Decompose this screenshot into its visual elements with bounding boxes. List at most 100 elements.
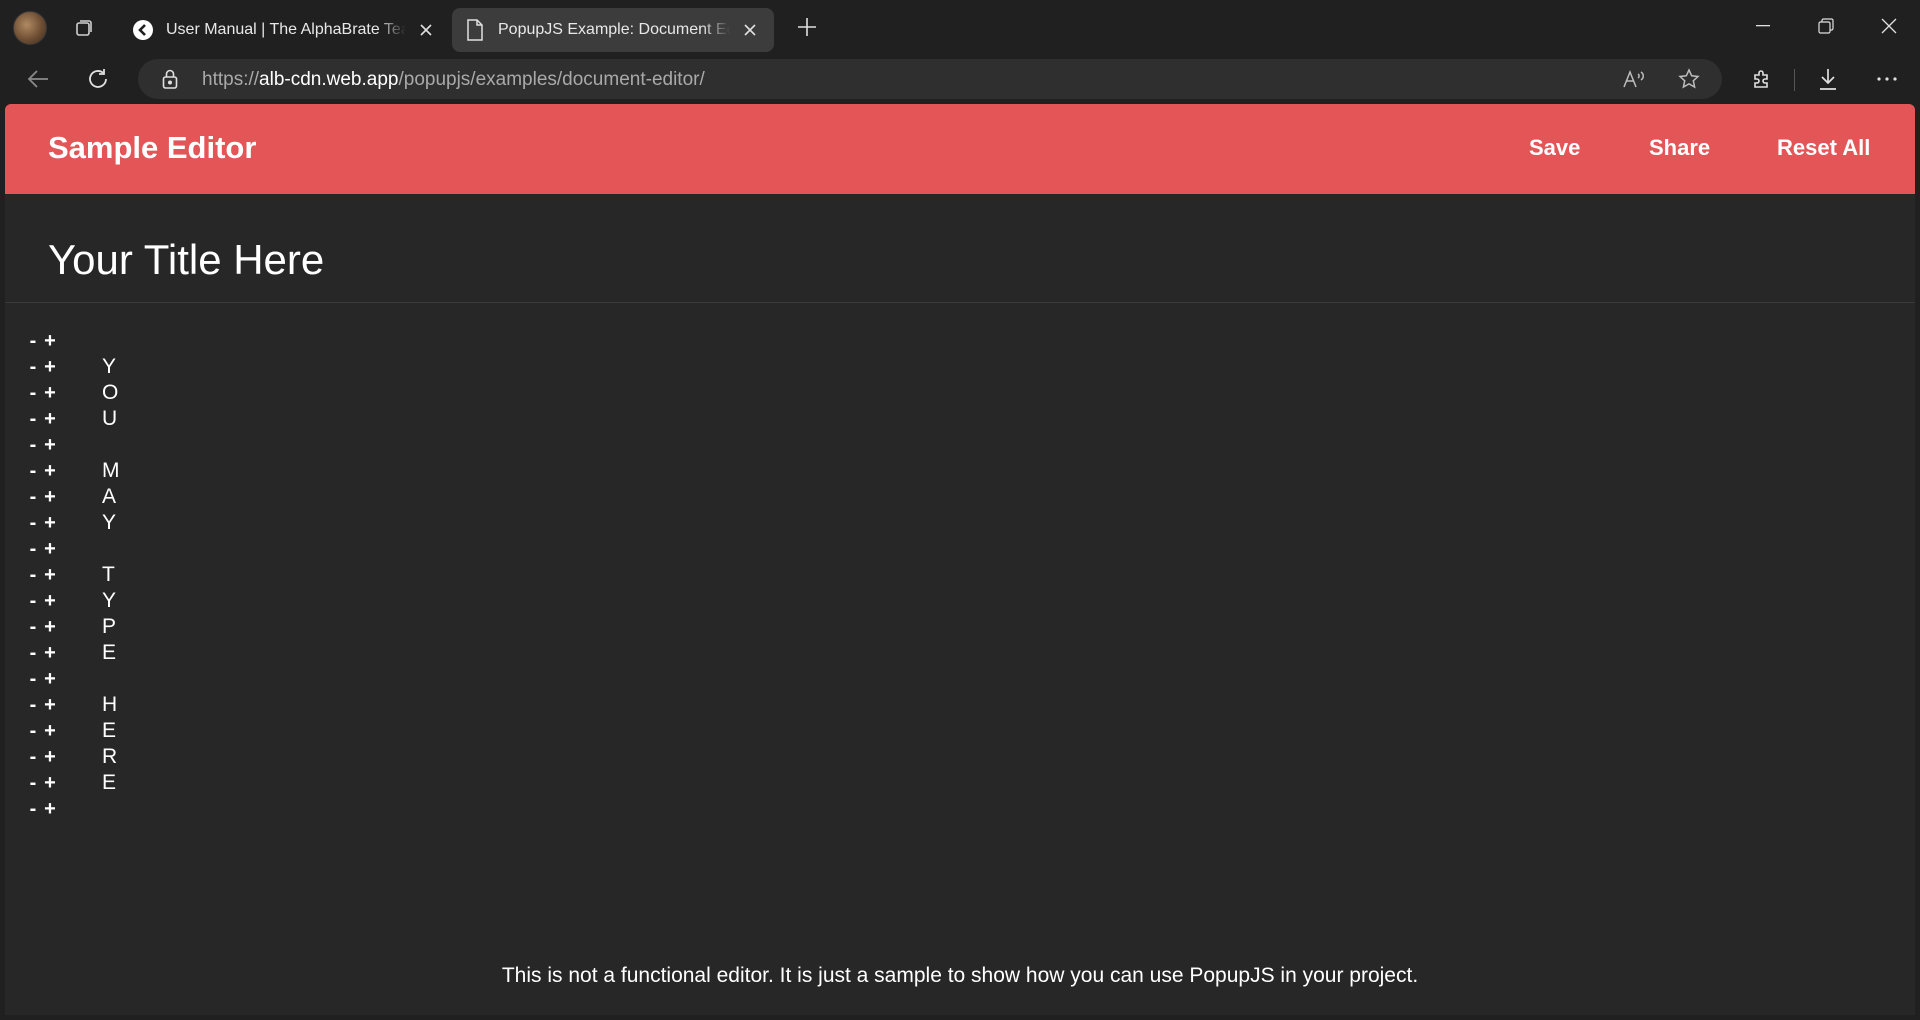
remove-line-button[interactable]: - bbox=[26, 330, 40, 353]
favorite-star-icon[interactable] bbox=[1674, 65, 1704, 93]
remove-line-button[interactable]: - bbox=[26, 642, 40, 665]
close-window-icon[interactable] bbox=[1866, 8, 1912, 44]
add-line-button[interactable]: + bbox=[43, 330, 57, 353]
add-line-button[interactable]: + bbox=[43, 746, 57, 769]
editor-line: - + P bbox=[26, 614, 426, 640]
editor-line: - + Y bbox=[26, 354, 426, 380]
close-tab-icon[interactable] bbox=[414, 18, 438, 42]
url-host: alb-cdn.web.app bbox=[259, 69, 399, 90]
line-text[interactable]: P bbox=[102, 615, 116, 639]
url-text[interactable]: https://alb-cdn.web.app/popupjs/examples… bbox=[202, 69, 705, 91]
close-tab-icon[interactable] bbox=[738, 18, 762, 42]
address-bar[interactable]: https://alb-cdn.web.app/popupjs/examples… bbox=[138, 59, 1722, 99]
editor-line: - + bbox=[26, 796, 426, 822]
minimize-icon[interactable] bbox=[1740, 8, 1786, 44]
line-text[interactable]: Y bbox=[102, 589, 116, 613]
remove-line-button[interactable]: - bbox=[26, 772, 40, 795]
editor-line: - + T bbox=[26, 562, 426, 588]
add-line-button[interactable]: + bbox=[43, 538, 57, 561]
add-line-button[interactable]: + bbox=[43, 564, 57, 587]
share-button[interactable]: Share bbox=[1649, 135, 1710, 161]
add-line-button[interactable]: + bbox=[43, 616, 57, 639]
add-line-button[interactable]: + bbox=[43, 434, 57, 457]
add-line-button[interactable]: + bbox=[43, 798, 57, 821]
editor-line: - + U bbox=[26, 406, 426, 432]
lock-icon[interactable] bbox=[158, 67, 182, 91]
new-tab-plus-icon[interactable] bbox=[792, 12, 822, 42]
add-line-button[interactable]: + bbox=[43, 590, 57, 613]
add-line-button[interactable]: + bbox=[43, 356, 57, 379]
remove-line-button[interactable]: - bbox=[26, 356, 40, 379]
editor-line: - + Y bbox=[26, 510, 426, 536]
line-text[interactable]: Y bbox=[102, 355, 116, 379]
tab-popupjs-example[interactable]: PopupJS Example: Document Editor bbox=[452, 8, 774, 52]
page-icon bbox=[464, 19, 486, 41]
add-line-button[interactable]: + bbox=[43, 512, 57, 535]
line-text[interactable]: O bbox=[102, 381, 118, 405]
editor-line: - + O bbox=[26, 380, 426, 406]
footer-note: This is not a functional editor. It is j… bbox=[501, 964, 1419, 987]
downloads-icon[interactable] bbox=[1811, 62, 1845, 96]
back-arrow-icon[interactable] bbox=[21, 62, 55, 96]
line-text[interactable]: A bbox=[102, 485, 116, 509]
editor-line: - + Y bbox=[26, 588, 426, 614]
tab-actions-icon[interactable] bbox=[70, 14, 98, 42]
remove-line-button[interactable]: - bbox=[26, 720, 40, 743]
editor-line: - + H bbox=[26, 692, 426, 718]
line-text[interactable]: Y bbox=[102, 511, 116, 535]
add-line-button[interactable]: + bbox=[43, 382, 57, 405]
add-line-button[interactable]: + bbox=[43, 408, 57, 431]
editor-lines: - + - + Y - + O - + U - + - + M - + A - + Y - + - + T - + Y - + P - + E - + - +… bbox=[26, 328, 426, 822]
title-divider bbox=[5, 302, 1915, 303]
remove-line-button[interactable]: - bbox=[26, 616, 40, 639]
line-text[interactable]: U bbox=[102, 407, 117, 431]
app-title: Sample Editor bbox=[48, 130, 257, 165]
extensions-puzzle-icon[interactable] bbox=[1745, 62, 1779, 96]
remove-line-button[interactable]: - bbox=[26, 408, 40, 431]
add-line-button[interactable]: + bbox=[43, 694, 57, 717]
refresh-icon[interactable] bbox=[81, 62, 115, 96]
remove-line-button[interactable]: - bbox=[26, 382, 40, 405]
add-line-button[interactable]: + bbox=[43, 668, 57, 691]
add-line-button[interactable]: + bbox=[43, 642, 57, 665]
add-line-button[interactable]: + bbox=[43, 486, 57, 509]
line-text[interactable]: T bbox=[102, 563, 115, 587]
remove-line-button[interactable]: - bbox=[26, 564, 40, 587]
read-aloud-icon[interactable] bbox=[1619, 65, 1649, 93]
add-line-button[interactable]: + bbox=[43, 772, 57, 795]
remove-line-button[interactable]: - bbox=[26, 746, 40, 769]
line-text[interactable]: M bbox=[102, 459, 120, 483]
editor-line: - + bbox=[26, 536, 426, 562]
remove-line-button[interactable]: - bbox=[26, 538, 40, 561]
remove-line-button[interactable]: - bbox=[26, 668, 40, 691]
remove-line-button[interactable]: - bbox=[26, 590, 40, 613]
document-title[interactable]: Your Title Here bbox=[48, 236, 324, 284]
editor-line: - + M bbox=[26, 458, 426, 484]
line-text[interactable]: E bbox=[102, 771, 116, 795]
remove-line-button[interactable]: - bbox=[26, 460, 40, 483]
toolbar-divider bbox=[1794, 69, 1795, 91]
add-line-button[interactable]: + bbox=[43, 460, 57, 483]
remove-line-button[interactable]: - bbox=[26, 486, 40, 509]
remove-line-button[interactable]: - bbox=[26, 512, 40, 535]
remove-line-button[interactable]: - bbox=[26, 434, 40, 457]
profile-avatar[interactable] bbox=[13, 11, 47, 45]
add-line-button[interactable]: + bbox=[43, 720, 57, 743]
editor-line: - + E bbox=[26, 718, 426, 744]
more-options-icon[interactable] bbox=[1870, 62, 1904, 96]
remove-line-button[interactable]: - bbox=[26, 798, 40, 821]
remove-line-button[interactable]: - bbox=[26, 694, 40, 717]
url-scheme: https:// bbox=[202, 69, 260, 90]
url-path: /popupjs/examples/document-editor/ bbox=[398, 69, 705, 90]
editor-line: - + E bbox=[26, 770, 426, 796]
browser-titlebar: User Manual | The AlphaBrate Team PopupJ… bbox=[0, 0, 1920, 56]
tab-user-manual[interactable]: User Manual | The AlphaBrate Team bbox=[120, 8, 450, 52]
save-button[interactable]: Save bbox=[1529, 135, 1580, 161]
reset-all-button[interactable]: Reset All bbox=[1777, 135, 1870, 161]
editor-line: - + bbox=[26, 666, 426, 692]
line-text[interactable]: H bbox=[102, 693, 117, 717]
restore-icon[interactable] bbox=[1803, 8, 1849, 44]
line-text[interactable]: R bbox=[102, 745, 117, 769]
line-text[interactable]: E bbox=[102, 719, 116, 743]
line-text[interactable]: E bbox=[102, 641, 116, 665]
